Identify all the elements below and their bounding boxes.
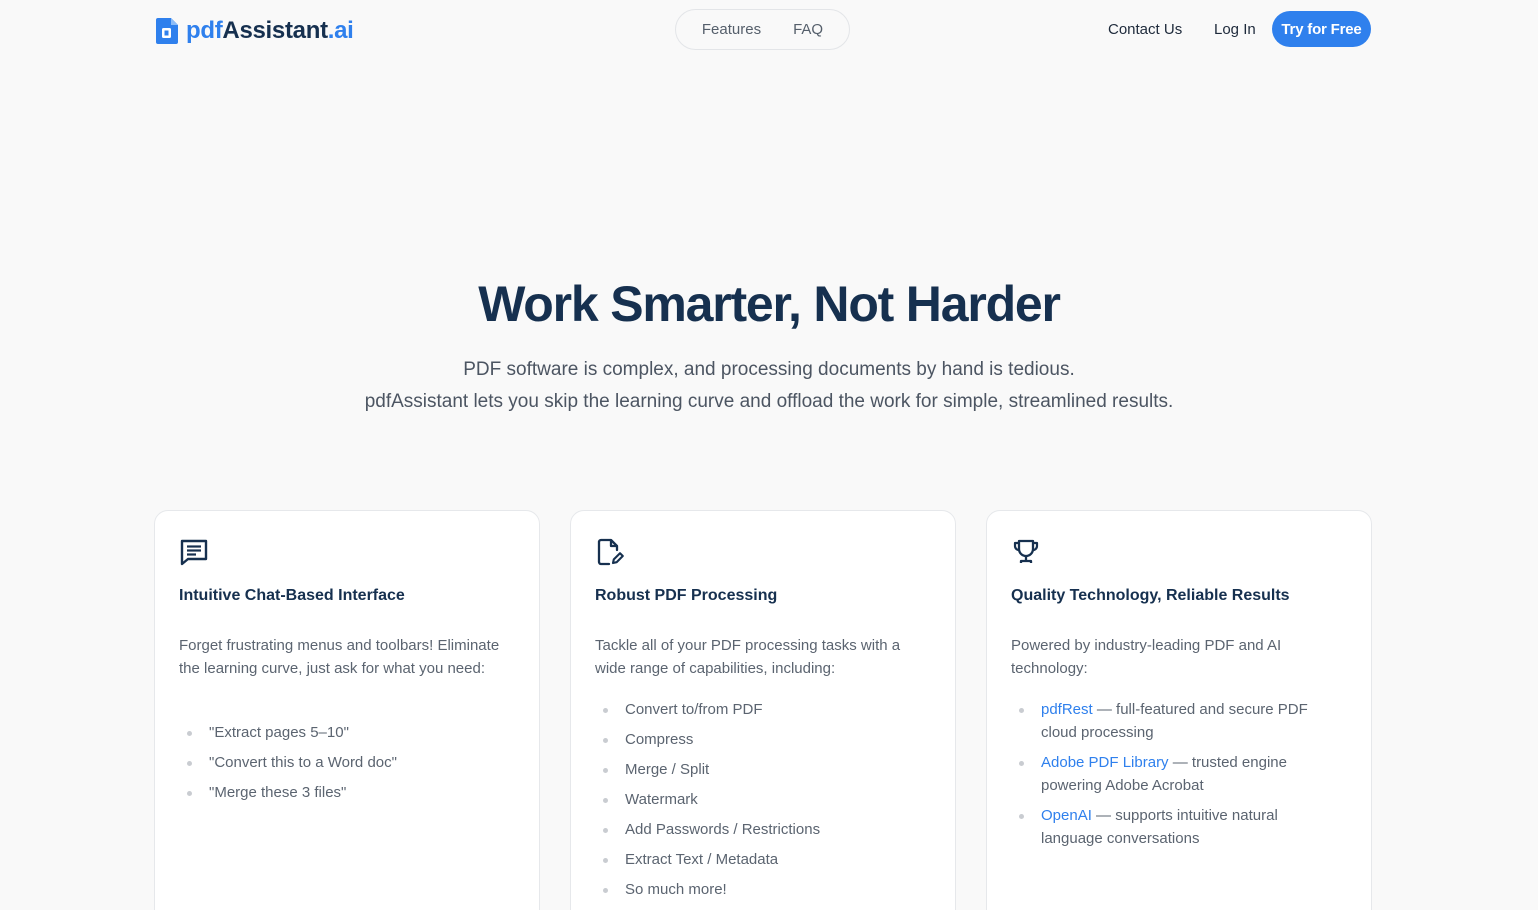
- list-item: Convert to/from PDF: [595, 698, 925, 721]
- document-logo-icon: [156, 18, 178, 44]
- hero-subtitle: PDF software is complex, and processing …: [0, 354, 1538, 418]
- list-item: Adobe PDF Library — trusted engine power…: [1011, 751, 1341, 797]
- main-nav: Features FAQ: [675, 9, 850, 50]
- file-edit-icon: [597, 538, 624, 566]
- list-item: So much more!: [595, 878, 925, 901]
- hero-subtitle-line-1: PDF software is complex, and processing …: [463, 359, 1075, 380]
- list-item: Watermark: [595, 788, 925, 811]
- list-item: "Extract pages 5–10": [179, 721, 509, 744]
- card-title: Intuitive Chat-Based Interface: [179, 587, 405, 604]
- page: pdfAssistant.ai Features FAQ Contact Us …: [0, 0, 1538, 910]
- list-item: "Merge these 3 files": [179, 781, 509, 804]
- list-item: pdfRest — full-featured and secure PDF c…: [1011, 698, 1341, 744]
- adobe-pdf-library-link[interactable]: Adobe PDF Library: [1041, 754, 1169, 771]
- card-list: "Extract pages 5–10" "Convert this to a …: [179, 721, 509, 811]
- logo-link[interactable]: pdfAssistant.ai: [155, 16, 354, 46]
- card-title: Robust PDF Processing: [595, 587, 778, 604]
- trophy-icon: [1013, 539, 1039, 563]
- list-item: OpenAI — supports intuitive natural lang…: [1011, 804, 1341, 850]
- card-description: Forget frustrating menus and toolbars! E…: [179, 637, 500, 677]
- card-title: Quality Technology, Reliable Results: [1011, 587, 1290, 604]
- list-item: Add Passwords / Restrictions: [595, 818, 925, 841]
- chat-icon: [180, 539, 208, 566]
- hero-subtitle-line-2: pdfAssistant lets you skip the learning …: [364, 391, 1174, 412]
- openai-link[interactable]: OpenAI: [1041, 807, 1092, 824]
- card-description: Tackle all of your PDF processing tasks …: [595, 637, 901, 677]
- card-description: Powered by industry-leading PDF and AI t…: [1011, 637, 1282, 677]
- feature-card-processing: Robust PDF Processing Tackle all of your…: [570, 510, 956, 910]
- try-for-free-button[interactable]: Try for Free: [1272, 11, 1371, 47]
- contact-us-link[interactable]: Contact Us: [1108, 20, 1182, 40]
- list-item: "Convert this to a Word doc": [179, 751, 509, 774]
- hero-title: Work Smarter, Not Harder: [478, 276, 1061, 332]
- nav-features-link[interactable]: Features: [702, 21, 761, 38]
- logo-text: pdfAssistant.ai: [186, 17, 354, 44]
- list-item: Extract Text / Metadata: [595, 848, 925, 871]
- site-header: pdfAssistant.ai Features FAQ Contact Us …: [0, 0, 1538, 60]
- list-item: Merge / Split: [595, 758, 925, 781]
- nav-faq-link[interactable]: FAQ: [793, 21, 823, 38]
- feature-card-technology: Quality Technology, Reliable Results Pow…: [986, 510, 1372, 910]
- feature-card-chat: Intuitive Chat-Based Interface Forget fr…: [154, 510, 540, 910]
- list-item: Compress: [595, 728, 925, 751]
- card-list: pdfRest — full-featured and secure PDF c…: [1011, 698, 1341, 857]
- card-list: Convert to/from PDF Compress Merge / Spl…: [595, 698, 925, 908]
- pdfrest-link[interactable]: pdfRest: [1041, 701, 1093, 718]
- log-in-link[interactable]: Log In: [1214, 20, 1256, 40]
